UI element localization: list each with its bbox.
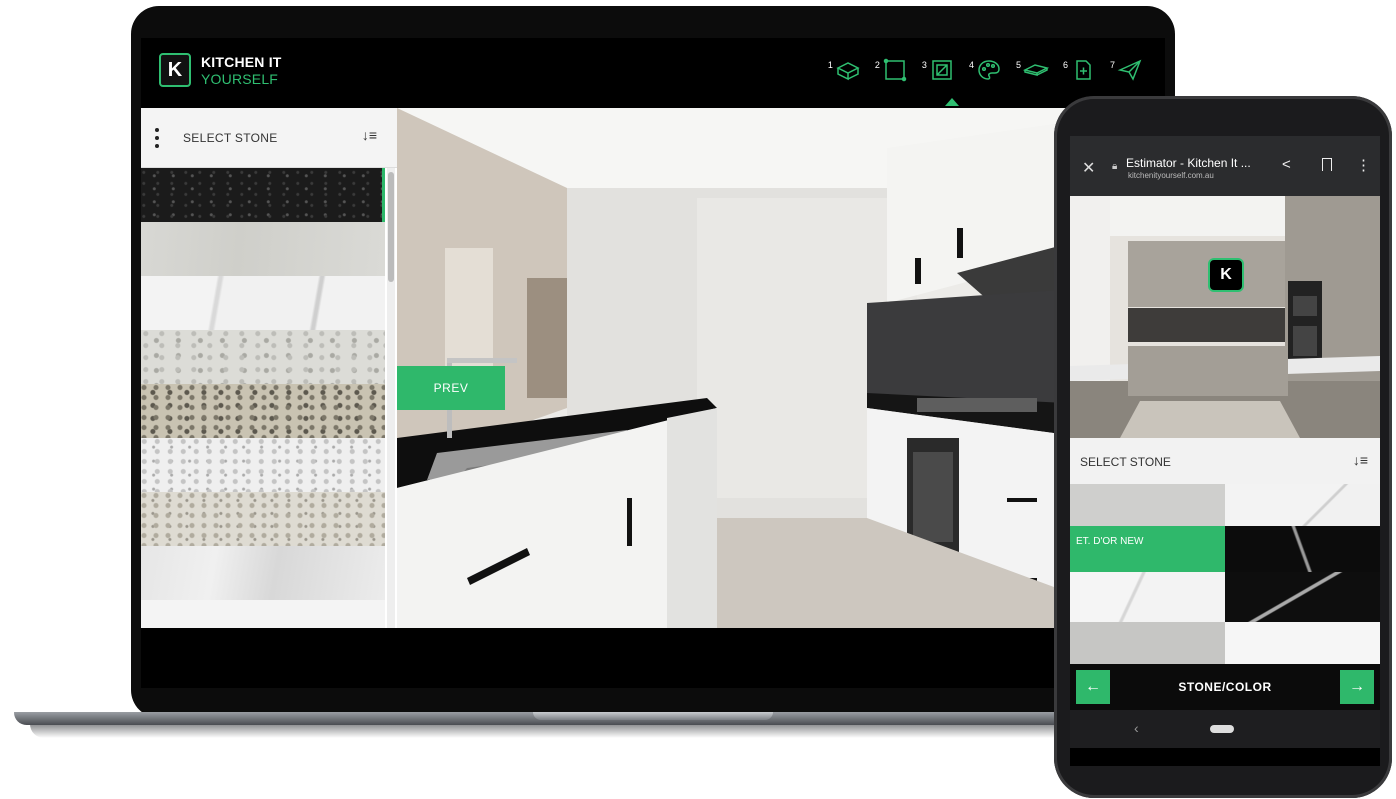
palette-icon bbox=[978, 60, 1000, 80]
step-3-dimensions[interactable]: 3 bbox=[922, 58, 955, 82]
step-number: 3 bbox=[921, 60, 927, 70]
step-number: 4 bbox=[968, 60, 974, 70]
step-number: 7 bbox=[1109, 60, 1115, 70]
step-7-send[interactable]: 7 bbox=[1110, 58, 1143, 82]
overflow-menu-icon[interactable]: ⋮ bbox=[1356, 156, 1371, 174]
stone-swatch[interactable] bbox=[1225, 622, 1380, 664]
step-2-layout[interactable]: 2 bbox=[875, 58, 908, 82]
step-number: 6 bbox=[1062, 60, 1068, 70]
sort-icon[interactable]: ↓≡ bbox=[1353, 452, 1368, 468]
send-icon bbox=[1117, 59, 1142, 81]
stone-swatch[interactable] bbox=[141, 384, 385, 438]
kebab-menu-icon[interactable] bbox=[155, 127, 161, 148]
step-number: 5 bbox=[1015, 60, 1021, 70]
prev-button[interactable]: PREV bbox=[397, 366, 505, 410]
stone-swatch[interactable] bbox=[1070, 484, 1225, 526]
laptop-screen: K KITCHEN IT YOURSELF 1 2 3 4 5 6 7 SELE… bbox=[141, 38, 1165, 688]
bookmark-icon[interactable] bbox=[1322, 158, 1332, 171]
stone-swatch[interactable] bbox=[141, 168, 385, 222]
step-4-colour[interactable]: 4 bbox=[969, 58, 1002, 82]
browser-url[interactable]: kitchenityourself.com.au bbox=[1128, 171, 1214, 180]
phone-step-nav: ← STONE/COLOR → bbox=[1070, 664, 1380, 710]
logo-letter: K bbox=[167, 58, 183, 81]
stone-swatch-selected[interactable]: ET. D'OR NEW bbox=[1070, 526, 1225, 572]
step-1-cabinets[interactable]: 1 bbox=[828, 58, 861, 82]
stone-swatch[interactable] bbox=[1225, 484, 1380, 526]
phone-kitchen-preview: K bbox=[1070, 196, 1380, 438]
next-arrow-button[interactable]: → bbox=[1340, 670, 1374, 704]
stone-swatch[interactable] bbox=[141, 438, 385, 492]
step-nav: 1 2 3 4 5 6 7 bbox=[828, 58, 1143, 82]
logo-mark[interactable]: K bbox=[159, 53, 191, 87]
phone-panel-title: SELECT STONE bbox=[1080, 455, 1171, 469]
layout-icon bbox=[883, 58, 907, 82]
browser-page-title: Estimator - Kitchen It ... bbox=[1126, 156, 1251, 170]
phone-panel-header: SELECT STONE ↓≡ bbox=[1070, 438, 1380, 484]
phone-stone-grid: ET. D'OR NEW bbox=[1070, 484, 1380, 664]
brand-subtitle: YOURSELF bbox=[201, 71, 279, 87]
stone-swatch[interactable] bbox=[141, 600, 385, 628]
selected-stone-label: ET. D'OR NEW bbox=[1076, 536, 1144, 547]
share-icon[interactable]: < bbox=[1282, 156, 1291, 173]
stone-swatch[interactable] bbox=[141, 330, 385, 384]
step-5-benchtop[interactable]: 5 bbox=[1016, 58, 1049, 82]
step-number: 2 bbox=[874, 60, 880, 70]
brand-title: KITCHEN IT bbox=[201, 54, 282, 70]
stone-swatch[interactable] bbox=[1225, 526, 1380, 572]
laptop-notch bbox=[533, 712, 773, 720]
cabinet-icon bbox=[836, 62, 860, 81]
sidebar-title: SELECT STONE bbox=[183, 130, 278, 145]
phone-logo[interactable]: K bbox=[1208, 258, 1244, 292]
lock-icon: 🔒︎ bbox=[1112, 161, 1118, 172]
quote-icon bbox=[1076, 60, 1091, 80]
stone-swatch[interactable] bbox=[1070, 572, 1225, 622]
kitchen-render-image bbox=[397, 108, 1165, 628]
stone-swatch[interactable] bbox=[1225, 572, 1380, 622]
benchtop-icon bbox=[1022, 64, 1049, 76]
stone-swatch-list bbox=[141, 168, 385, 628]
phone-kitchen-render-image bbox=[1070, 196, 1380, 438]
browser-toolbar: ✕ 🔒︎ Estimator - Kitchen It ... kitcheni… bbox=[1070, 136, 1380, 196]
stone-swatch[interactable] bbox=[141, 276, 385, 330]
app-header: K KITCHEN IT YOURSELF 1 2 3 4 5 6 7 bbox=[141, 38, 1165, 108]
step-number: 1 bbox=[827, 60, 833, 70]
laptop-footer-bar bbox=[141, 628, 1165, 688]
stone-swatch[interactable] bbox=[1070, 622, 1225, 664]
android-nav-bar: ‹ bbox=[1070, 710, 1380, 748]
stone-sidebar: SELECT STONE ↓≡ bbox=[141, 108, 397, 628]
swatch-scrollbar[interactable] bbox=[387, 168, 395, 628]
stone-swatch[interactable] bbox=[141, 546, 385, 600]
stone-swatch[interactable] bbox=[141, 222, 385, 276]
composite-mockup: K KITCHEN IT YOURSELF 1 2 3 4 5 6 7 SELE… bbox=[0, 0, 1396, 799]
sidebar-header: SELECT STONE ↓≡ bbox=[141, 108, 397, 168]
stone-swatch[interactable] bbox=[141, 492, 385, 546]
scrollbar-thumb[interactable] bbox=[388, 172, 394, 282]
home-icon[interactable] bbox=[1210, 725, 1234, 733]
active-step-indicator bbox=[945, 98, 959, 106]
step-6-quote[interactable]: 6 bbox=[1063, 58, 1096, 82]
close-icon[interactable]: ✕ bbox=[1082, 158, 1095, 178]
kitchen-preview: PREV bbox=[397, 108, 1165, 628]
phone-screen: ✕ 🔒︎ Estimator - Kitchen It ... kitcheni… bbox=[1070, 136, 1380, 766]
dimensions-icon bbox=[932, 60, 952, 80]
sort-icon[interactable]: ↓≡ bbox=[362, 127, 377, 143]
back-icon[interactable]: ‹ bbox=[1134, 720, 1139, 736]
current-step-label: STONE/COLOR bbox=[1178, 680, 1272, 694]
